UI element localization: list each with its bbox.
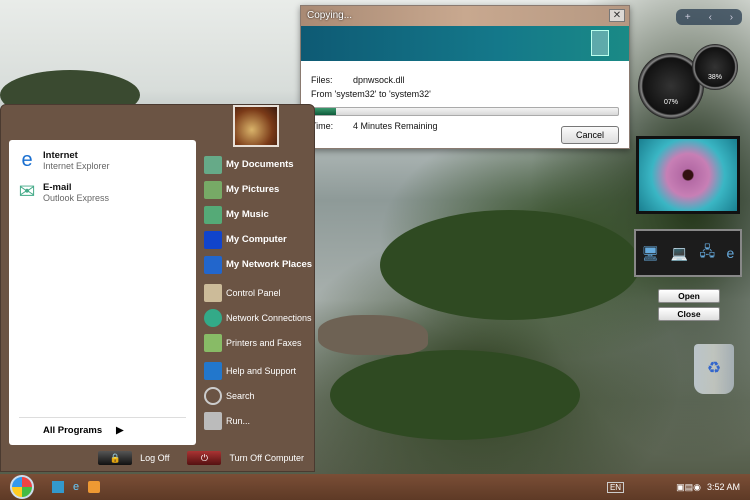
label: Network Connections [226, 313, 312, 323]
label: My Computer [226, 234, 287, 245]
dialog-title: Copying... [307, 10, 353, 21]
cancel-button[interactable]: Cancel [561, 126, 619, 144]
computer-icon[interactable]: 🖥 [642, 245, 660, 262]
computer-icon [204, 231, 222, 249]
copy-progress-bar [311, 107, 619, 116]
start-button[interactable] [10, 475, 34, 499]
label: Help and Support [226, 366, 297, 376]
taskbar: e EN ▣▤◉ 3:52 AM [0, 474, 750, 500]
item-subtitle: Outlook Express [43, 192, 110, 203]
menu-help-support[interactable]: Help and Support [204, 361, 314, 381]
close-icon[interactable]: ✕ [609, 9, 625, 22]
next-icon[interactable]: › [730, 12, 733, 23]
menu-my-music[interactable]: My Music [204, 205, 314, 225]
menu-printers-faxes[interactable]: Printers and Faxes [204, 333, 314, 353]
start-menu: e Internet Internet Explorer ✉ E-mail Outloo… [0, 104, 315, 472]
network-shortcuts-gadget: 🖥 💻 🖧 e [634, 229, 742, 277]
outlook-express-icon: ✉ [18, 181, 36, 203]
printer-icon [204, 334, 222, 352]
internet-explorer-icon: e [21, 149, 33, 171]
recycle-bin-icon[interactable]: ♻ [694, 344, 734, 394]
search-icon [204, 387, 222, 405]
all-programs-label: All Programs [43, 425, 103, 436]
pinned-internet[interactable]: e Internet Internet Explorer [9, 140, 196, 172]
slideshow-gadget[interactable] [636, 136, 740, 214]
turn-off-button[interactable]: Turn Off Computer [229, 453, 304, 463]
memory-meter-gadget: 38% [692, 44, 738, 90]
tray-icons[interactable]: ▣▤◉ [676, 482, 701, 493]
internet-explorer-icon[interactable]: e [70, 481, 82, 493]
file-name: dpnwsock.dll [353, 75, 405, 85]
media-player-icon[interactable] [88, 481, 100, 493]
item-subtitle: Internet Explorer [43, 160, 110, 171]
close-button[interactable]: Close [658, 307, 720, 321]
prev-icon[interactable]: ‹ [709, 12, 712, 23]
language-indicator[interactable]: EN [606, 481, 625, 493]
progress-fill [312, 108, 337, 115]
internet-explorer-icon[interactable]: e [726, 245, 734, 261]
cpu-value: 07% [663, 99, 678, 106]
open-button[interactable]: Open [658, 289, 720, 303]
files-label: Files: [311, 75, 333, 85]
menu-my-network-places[interactable]: My Network Places [204, 255, 314, 275]
network-places-icon [204, 256, 222, 274]
system-tray: EN ▣▤◉ 3:52 AM [606, 481, 750, 493]
label: My Network Places [226, 259, 313, 270]
dialog-banner [301, 26, 629, 61]
show-desktop-icon[interactable] [52, 481, 64, 493]
quick-launch: e [52, 481, 100, 493]
help-icon [204, 362, 222, 380]
laptop-icon[interactable]: 💻 [671, 245, 688, 262]
time-label: Time: [311, 121, 334, 131]
add-gadget-icon[interactable]: + [685, 12, 691, 23]
menu-network-connections[interactable]: Network Connections [204, 308, 314, 328]
label: Control Panel [226, 288, 281, 298]
lock-icon[interactable]: 🔒 [98, 451, 133, 465]
gadget-toolbar[interactable]: + ‹ › [676, 9, 742, 25]
menu-control-panel[interactable]: Control Panel [204, 283, 314, 303]
pinned-email[interactable]: ✉ E-mail Outlook Express [9, 172, 196, 204]
from-to-text: From 'system32' to 'system32' [311, 89, 431, 99]
label: My Music [226, 209, 269, 220]
menu-run[interactable]: Run... [204, 411, 314, 431]
log-off-button[interactable]: Log Off [140, 453, 169, 463]
places-column: My Documents My Pictures My Music My Com… [204, 155, 314, 436]
time-remaining: 4 Minutes Remaining [353, 121, 438, 131]
pictures-icon [204, 181, 222, 199]
network-connections-icon [204, 309, 222, 327]
run-icon [204, 412, 222, 430]
power-icon[interactable]: ⏻ [187, 451, 222, 465]
copying-dialog: Copying... ✕ Files: dpnwsock.dll From 'sys… [300, 5, 630, 149]
copy-animation-icon [591, 30, 609, 56]
label: Search [226, 391, 255, 401]
documents-icon [204, 156, 222, 174]
item-title: E-mail [43, 181, 72, 193]
item-title: Internet [43, 149, 78, 161]
network-icon[interactable]: 🖧 [700, 241, 716, 265]
all-programs-button[interactable]: All Programs ▶ [19, 417, 186, 445]
user-avatar[interactable] [233, 105, 279, 147]
clock[interactable]: 3:52 AM [707, 482, 740, 492]
menu-my-computer[interactable]: My Computer [204, 230, 314, 250]
control-panel-icon [204, 284, 222, 302]
memory-value: 38% [707, 74, 722, 81]
label: My Pictures [226, 184, 280, 195]
label: Printers and Faxes [226, 338, 302, 348]
menu-my-documents[interactable]: My Documents [204, 155, 314, 175]
menu-search[interactable]: Search [204, 386, 314, 406]
label: Run... [226, 416, 251, 426]
music-icon [204, 206, 222, 224]
arrow-right-icon: ▶ [116, 425, 124, 436]
pinned-programs-panel: e Internet Internet Explorer ✉ E-mail Outloo… [9, 140, 196, 445]
menu-my-pictures[interactable]: My Pictures [204, 180, 314, 200]
label: My Documents [226, 159, 294, 170]
